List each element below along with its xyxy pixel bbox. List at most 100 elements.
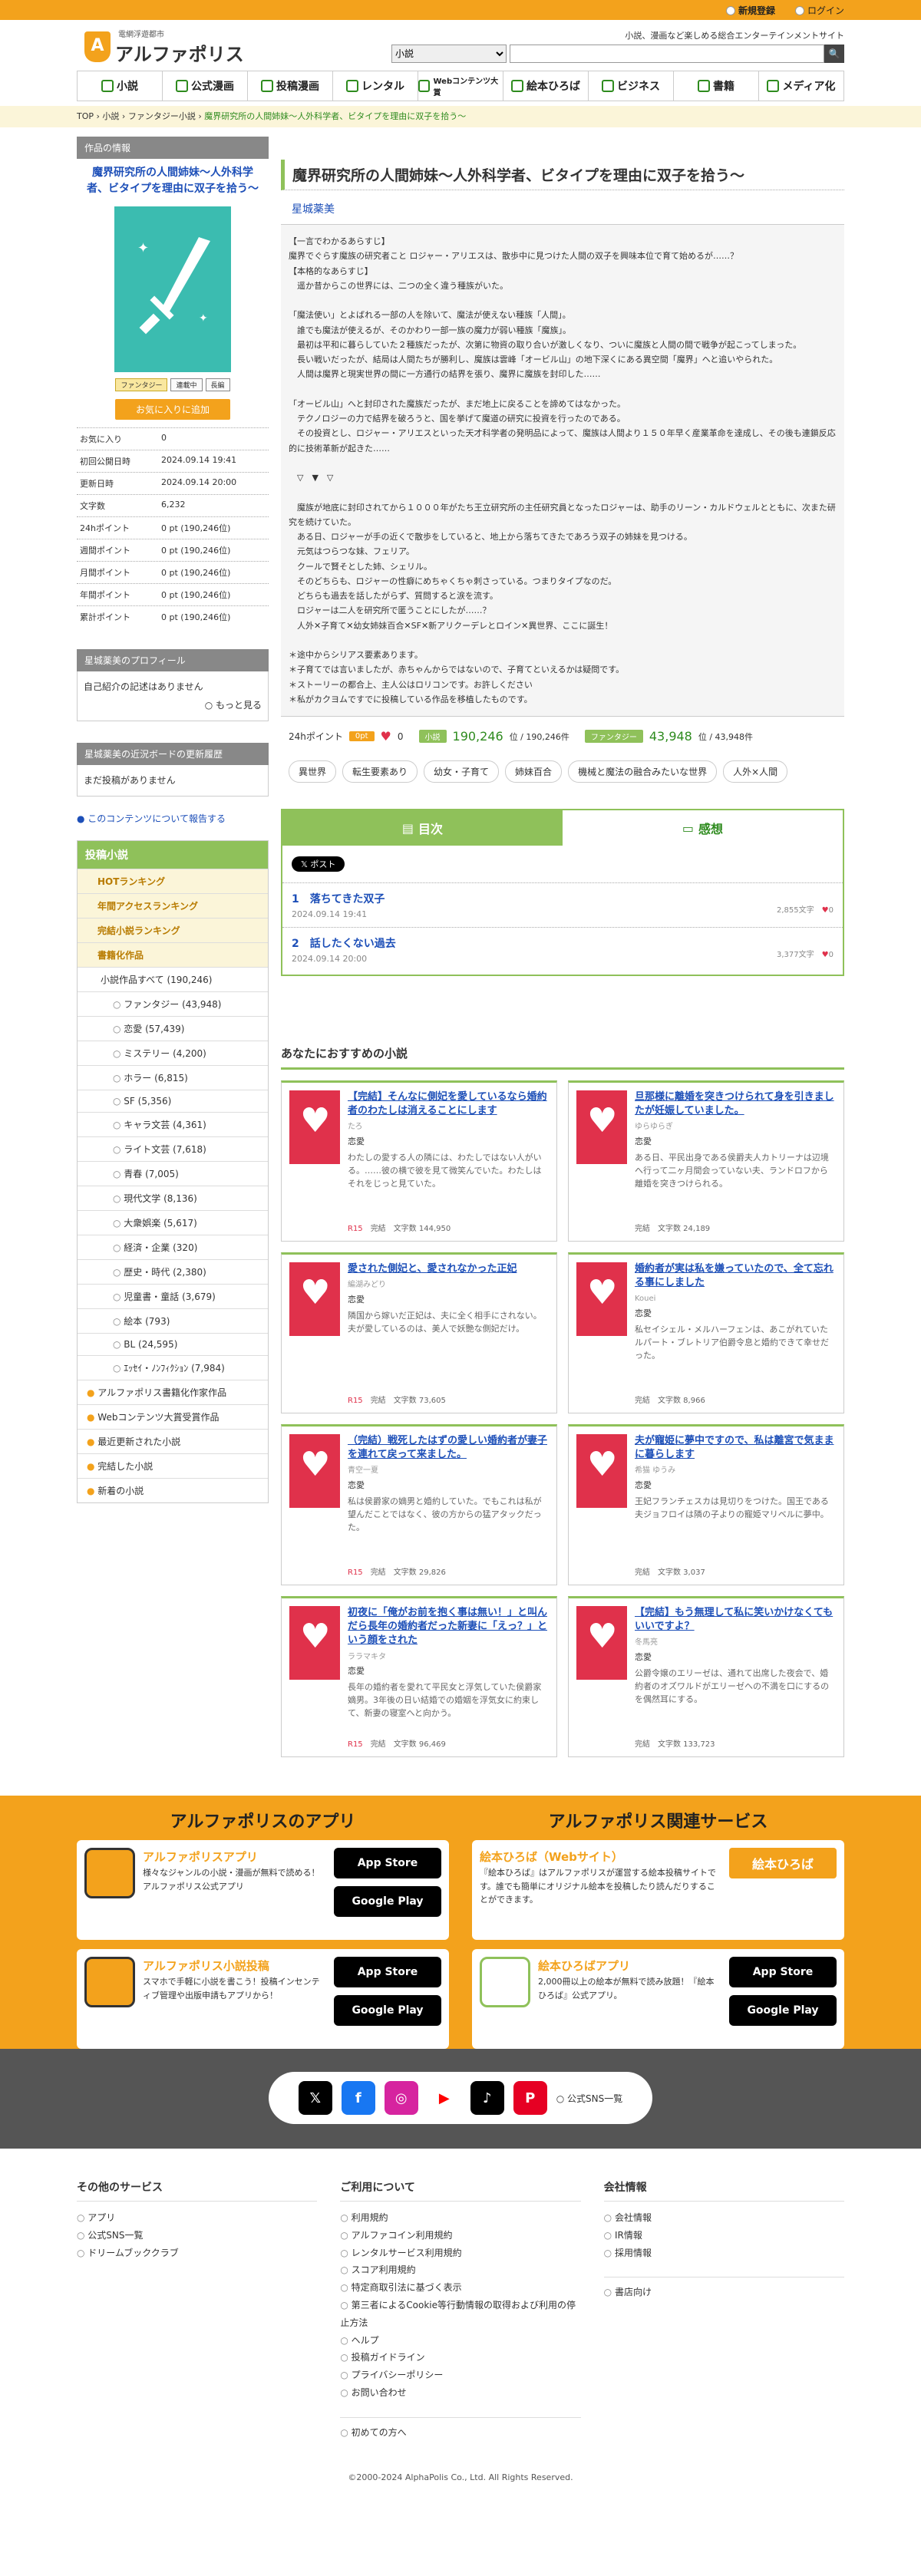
recommend-card[interactable]: 婚約者が実は私を嫌っていたので、全て忘れる事にしましたKouei恋愛私セイシェル… [568,1252,844,1413]
footer-link[interactable]: IR情報 [604,2227,844,2245]
heart-icon[interactable]: ♥ [381,729,391,744]
google-play-button[interactable]: Google Play [334,1995,441,2026]
episode-item[interactable]: 1 落ちてきた双子 2024.09.14 19:41 2,855文字 ♥0 [282,882,843,927]
breadcrumb-novel[interactable]: 小説 [102,111,119,121]
site-logo[interactable]: A 電網浮遊都市 アルファポリス [84,28,244,66]
google-play-button[interactable]: Google Play [334,1886,441,1917]
sns-list-link[interactable]: ○ 公式SNS一覧 [556,2092,623,2105]
footer-link[interactable]: 特定商取引法に基づく表示 [340,2279,580,2297]
menu-genre[interactable]: BL (24,595) [78,1333,268,1355]
footer-link[interactable]: プライバシーポリシー [340,2367,580,2384]
add-favorite-button[interactable]: お気に入りに追加 [115,399,230,420]
breadcrumb-fantasy[interactable]: ファンタジー小説 [128,111,196,121]
post-button[interactable]: 𝕏 ポスト [292,856,345,872]
footer-link[interactable]: 初めての方へ [340,2416,581,2442]
menu-genre[interactable]: ホラー (6,815) [78,1065,268,1090]
cover-image[interactable]: ✦ ✦ [114,206,231,372]
author-link[interactable]: 星城薬美 [281,190,844,224]
work-title[interactable]: 魔界研究所の人間姉妹〜人外科学者、ビタイプを理由に双子を拾う〜 [77,159,269,203]
gnav-posted-manga[interactable]: 投稿漫画 [248,71,333,101]
menu-genre[interactable]: 歴史・時代 (2,380) [78,1259,268,1284]
menu-complete-ranking[interactable]: 完結小説ランキング [78,918,268,942]
gnav-web-contents[interactable]: Webコンテンツ大賞 [418,71,503,101]
keyword-tag[interactable]: 転生要素あり [342,760,418,783]
menu-all[interactable]: 小説作品すべて (190,246) [78,967,268,991]
app-store-button[interactable]: App Store [334,1848,441,1878]
menu-genre[interactable]: 青春 (7,005) [78,1161,268,1186]
footer-link[interactable]: 第三者によるCookie等行動情報の取得および利用の停止方法 [340,2297,580,2332]
gnav-ehon[interactable]: 絵本ひろば [503,71,589,101]
search-icon[interactable]: 🔍 [824,45,844,63]
app-store-button[interactable]: App Store [729,1957,837,1987]
episode-item[interactable]: 2 話したくない過去 2024.09.14 20:00 3,377文字 ♥0 [282,927,843,971]
footer-link[interactable]: お問い合わせ [340,2384,580,2402]
gnav-business[interactable]: ビジネス [589,71,674,101]
menu-genre[interactable]: ミステリー (4,200) [78,1041,268,1065]
keyword-tag[interactable]: 異世界 [289,760,337,783]
menu-genre[interactable]: 経済・企業 (320) [78,1235,268,1259]
footer-link[interactable]: 利用規約 [340,2209,580,2227]
register-link[interactable]: 新規登録 [725,4,775,17]
more-link[interactable]: ○ もっと見る [84,696,262,714]
footer-link[interactable]: 書店向け [603,2277,844,2301]
ehon-button[interactable]: 絵本ひろば [729,1848,837,1878]
gnav-novel[interactable]: 小説 [78,71,163,101]
footer-link[interactable]: ドリームブッククラブ [77,2245,317,2262]
recommend-card[interactable]: （完結）戦死したはずの愛しい婚約者が妻子を連れて戻って来ました。青空一夏恋愛私は… [281,1424,557,1585]
recommend-card[interactable]: 【完結】もう無理して私に笑いかけなくてもいいですよ？冬馬亮恋愛公爵令嬢のエリーゼ… [568,1596,844,1757]
recommend-card[interactable]: 夫が寵姫に夢中ですので、私は離宮で気ままに暮らします希猫 ゆうみ恋愛王妃フランチ… [568,1424,844,1585]
breadcrumb-top[interactable]: TOP [77,111,94,121]
search-input[interactable] [510,45,824,63]
menu-genre[interactable]: 絵本 (793) [78,1308,268,1333]
youtube-icon[interactable]: ▶ [427,2081,461,2115]
keyword-tag[interactable]: 人外×人間 [723,760,788,783]
footer-link[interactable]: 投稿ガイドライン [340,2349,580,2367]
menu-extra[interactable]: 最近更新された小説 [78,1429,268,1453]
keyword-tag[interactable]: 機械と魔法の融合みたいな世界 [568,760,718,783]
footer-link[interactable]: アプリ [77,2209,317,2227]
keyword-tag[interactable]: 幼女・子育て [424,760,500,783]
gnav-rental[interactable]: レンタル [333,71,418,101]
gnav-media[interactable]: メディア化 [759,71,843,101]
search-category-select[interactable]: 小説 [391,45,507,63]
gnav-official-manga[interactable]: 公式漫画 [163,71,248,101]
menu-books[interactable]: 書籍化作品 [78,942,268,967]
footer-link[interactable]: 公式SNS一覧 [77,2227,317,2245]
tiktok-icon[interactable]: ♪ [470,2081,504,2115]
footer-link[interactable]: ヘルプ [340,2332,580,2350]
recommend-card[interactable]: 【完結】そんなに側妃を愛しているなら婚約者のわたしは消えることにしますたろ恋愛わ… [281,1080,557,1242]
menu-genre[interactable]: SF (5,356) [78,1090,268,1112]
footer-link[interactable]: レンタルサービス利用規約 [340,2245,580,2262]
login-link[interactable]: ログイン [794,4,844,17]
menu-extra[interactable]: 新着の小説 [78,1478,268,1502]
menu-genre[interactable]: 現代文学 (8,136) [78,1186,268,1210]
google-play-button[interactable]: Google Play [729,1995,837,2026]
menu-genre[interactable]: ｴｯｾｲ・ﾉﾝﾌｨｸｼｮﾝ (7,984) [78,1355,268,1380]
menu-genre[interactable]: 児童書・童話 (3,679) [78,1284,268,1308]
menu-genre[interactable]: 大衆娯楽 (5,617) [78,1210,268,1235]
gnav-books[interactable]: 書籍 [674,71,759,101]
footer-link[interactable]: 採用情報 [604,2245,844,2262]
menu-hot-ranking[interactable]: HOTランキング [78,869,268,893]
footer-link[interactable]: スコア利用規約 [340,2261,580,2279]
footer-link[interactable]: 会社情報 [604,2209,844,2227]
menu-extra[interactable]: Webコンテンツ大賞受賞作品 [78,1404,268,1429]
instagram-icon[interactable]: ◎ [384,2081,418,2115]
recommend-card[interactable]: 愛された側妃と、愛されなかった正妃編湖みどり恋愛隣国から嫁いだ正妃は、夫に全く相… [281,1252,557,1413]
facebook-icon[interactable]: f [341,2081,375,2115]
footer-link[interactable]: アルファコイン利用規約 [340,2227,580,2245]
recommend-card[interactable]: 旦那様に離婚を突きつけられて身を引きましたが妊娠していました。ゆらゆらぎ恋愛ある… [568,1080,844,1242]
menu-genre[interactable]: 恋愛 (57,439) [78,1016,268,1041]
menu-annual-ranking[interactable]: 年間アクセスランキング [78,893,268,918]
recommend-card[interactable]: 初夜に「俺がお前を抱く事は無い！」と叫んだら長年の婚約者だった新妻に「えっ？」と… [281,1596,557,1757]
menu-extra[interactable]: アルファポリス書籍化作家作品 [78,1380,268,1404]
report-link[interactable]: ● このコンテンツについて報告する [77,812,269,825]
x-icon[interactable]: 𝕏 [298,2081,332,2115]
menu-extra[interactable]: 完結した小説 [78,1453,268,1478]
pinterest-icon[interactable]: P [513,2081,547,2115]
app-store-button[interactable]: App Store [334,1957,441,1987]
menu-genre[interactable]: ライト文芸 (7,618) [78,1136,268,1161]
keyword-tag[interactable]: 姉妹百合 [505,760,563,783]
tab-review[interactable]: ▭ 感想 [563,810,843,846]
menu-genre[interactable]: ファンタジー (43,948) [78,991,268,1016]
